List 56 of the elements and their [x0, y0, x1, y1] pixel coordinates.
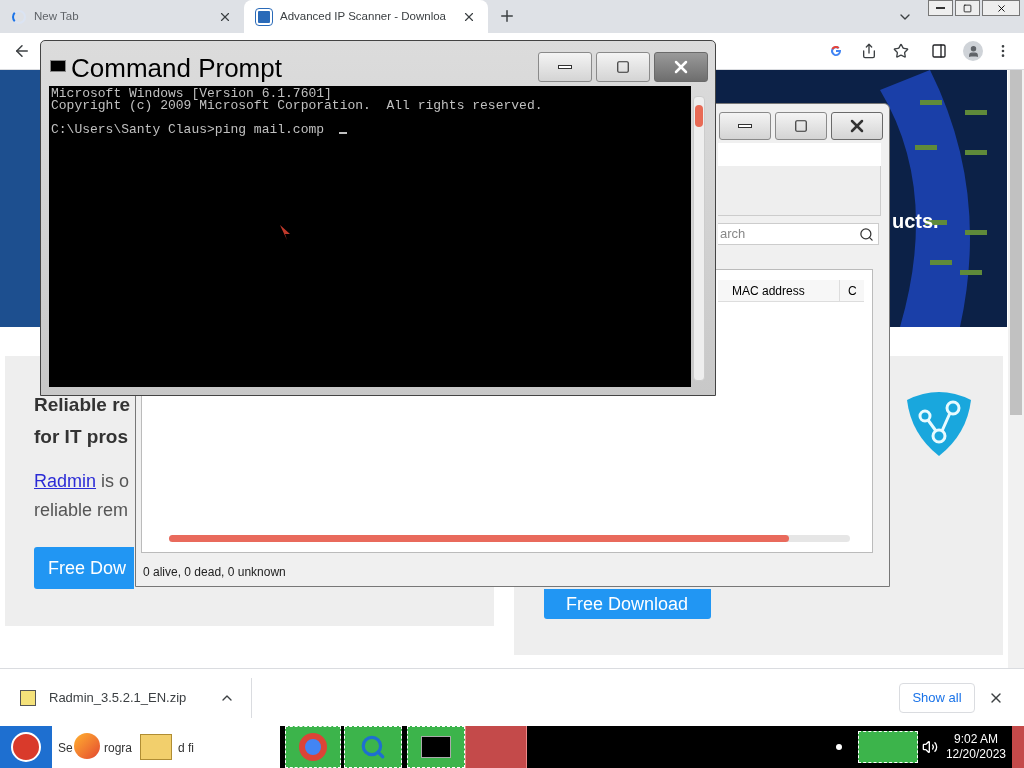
window-title: Command Prompt	[71, 52, 282, 85]
radmin-link[interactable]: Radmin	[34, 471, 97, 491]
tab-title: New Tab	[34, 8, 79, 24]
search-text: Se	[58, 740, 73, 757]
clock[interactable]: 9:02 AM 12/20/2023	[945, 732, 1006, 762]
hero-heading: ucts.	[892, 209, 939, 234]
maximize-button[interactable]	[596, 52, 650, 82]
scrollbar[interactable]	[1008, 70, 1024, 668]
restore-button[interactable]	[955, 0, 980, 16]
profile-icon[interactable]	[963, 41, 983, 61]
scanner-icon	[256, 8, 272, 25]
terminal-icon	[50, 60, 66, 72]
minimize-icon	[558, 65, 572, 69]
browser-tab[interactable]: New Tab	[0, 0, 244, 33]
terminal-icon	[421, 736, 451, 758]
scrollbar[interactable]	[693, 96, 705, 381]
console-line: Microsoft Windows [Version 6.1.7601]	[51, 88, 332, 100]
show-all-button[interactable]: Show all	[899, 682, 975, 713]
browser-tab[interactable]: Advanced IP Scanner - Downloa	[244, 0, 488, 33]
search-icon[interactable]	[859, 226, 874, 242]
close-button[interactable]	[831, 112, 883, 140]
browser-icon[interactable]	[74, 733, 100, 759]
card-description: Radmin is o reliable rem	[34, 470, 131, 522]
back-icon[interactable]	[13, 42, 31, 60]
file-name[interactable]: Radmin_3.5.2.1_EN.zip	[49, 687, 187, 708]
console-line: Copyright (c) 2009 Microsoft Corporation. All rights reserved.	[51, 100, 543, 112]
console-line: C:\Users\Santy Claus>ping mail.comp	[51, 124, 325, 136]
side-panel-icon[interactable]	[931, 43, 947, 59]
google-icon[interactable]	[829, 44, 843, 58]
status-text: 0 alive, 0 dead, 0 unknown	[143, 564, 286, 581]
new-tab-icon[interactable]	[498, 7, 516, 25]
restore-icon	[963, 3, 972, 13]
start-button[interactable]	[0, 726, 52, 768]
search-text: rogra	[104, 740, 132, 757]
maximize-button[interactable]	[775, 112, 827, 140]
search-field[interactable]: arch	[718, 223, 879, 245]
close-icon	[995, 2, 1007, 14]
card-heading: Reliable re for IT pros	[34, 393, 132, 449]
maximize-icon	[616, 60, 630, 74]
close-button[interactable]	[654, 52, 708, 82]
minimize-button[interactable]	[928, 0, 953, 16]
minimize-button[interactable]	[719, 112, 771, 140]
column-header[interactable]: C	[840, 280, 864, 302]
search-text: d fi	[178, 740, 194, 757]
bookmark-icon[interactable]	[893, 43, 909, 59]
zip-file-icon	[20, 689, 36, 706]
text-cursor	[339, 132, 347, 134]
column-header[interactable]: MAC address	[718, 280, 840, 302]
minimize-icon	[738, 124, 752, 128]
search-box[interactable]: Se rogra d fi	[52, 726, 280, 768]
share-icon[interactable]	[861, 43, 877, 59]
volume-icon[interactable]	[921, 739, 938, 755]
tab-title: Advanced IP Scanner - Downloa	[280, 8, 446, 24]
magnifier-icon	[360, 734, 386, 760]
maximize-icon	[794, 119, 808, 133]
minimize-icon	[936, 7, 945, 9]
